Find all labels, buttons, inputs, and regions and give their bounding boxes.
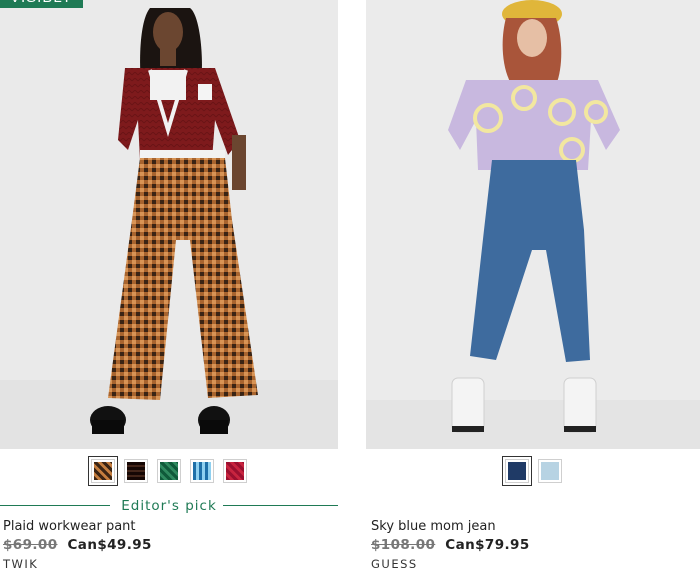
color-swatches [366,456,700,486]
product-name[interactable]: Sky blue mom jean [371,519,496,534]
swatch-light-blue-denim[interactable] [537,459,562,483]
original-price: $108.00 [371,537,436,553]
sale-price: Can$49.95 [67,537,152,553]
swatch-blue-tartan[interactable] [190,459,214,483]
sale-price: Can$79.95 [445,537,530,553]
price-row: $108.00 Can$79.95 [371,537,530,553]
original-price: $69.00 [3,537,58,553]
color-swatches [0,456,338,486]
brand-name: GUESS [371,557,418,571]
swatch-green-tartan[interactable] [157,459,181,483]
editor-pick-label: Editor's pick [115,498,223,514]
product-card-plaid-pant[interactable]: VISIBLY Editor's pick Plaid workwear pan… [0,0,338,572]
product-image[interactable] [0,0,338,449]
swatch-red-tartan[interactable] [223,459,247,483]
swatch-brown-plaid[interactable] [88,456,118,486]
product-image[interactable] [366,0,700,449]
swatch-navy-denim[interactable] [501,456,532,486]
editor-pick-row: Editor's pick [0,496,338,516]
product-card-mom-jean[interactable]: Sky blue mom jean $108.00 Can$79.95 GUESS [366,0,700,572]
promo-badge: VISIBLY [0,0,83,8]
brand-name: TWIK [3,557,39,571]
model-photo-plaid [0,0,338,449]
swatch-brown-tartan[interactable] [124,459,148,483]
model-photo-jean [366,0,700,449]
product-name[interactable]: Plaid workwear pant [3,519,136,534]
price-row: $69.00 Can$49.95 [3,537,152,553]
